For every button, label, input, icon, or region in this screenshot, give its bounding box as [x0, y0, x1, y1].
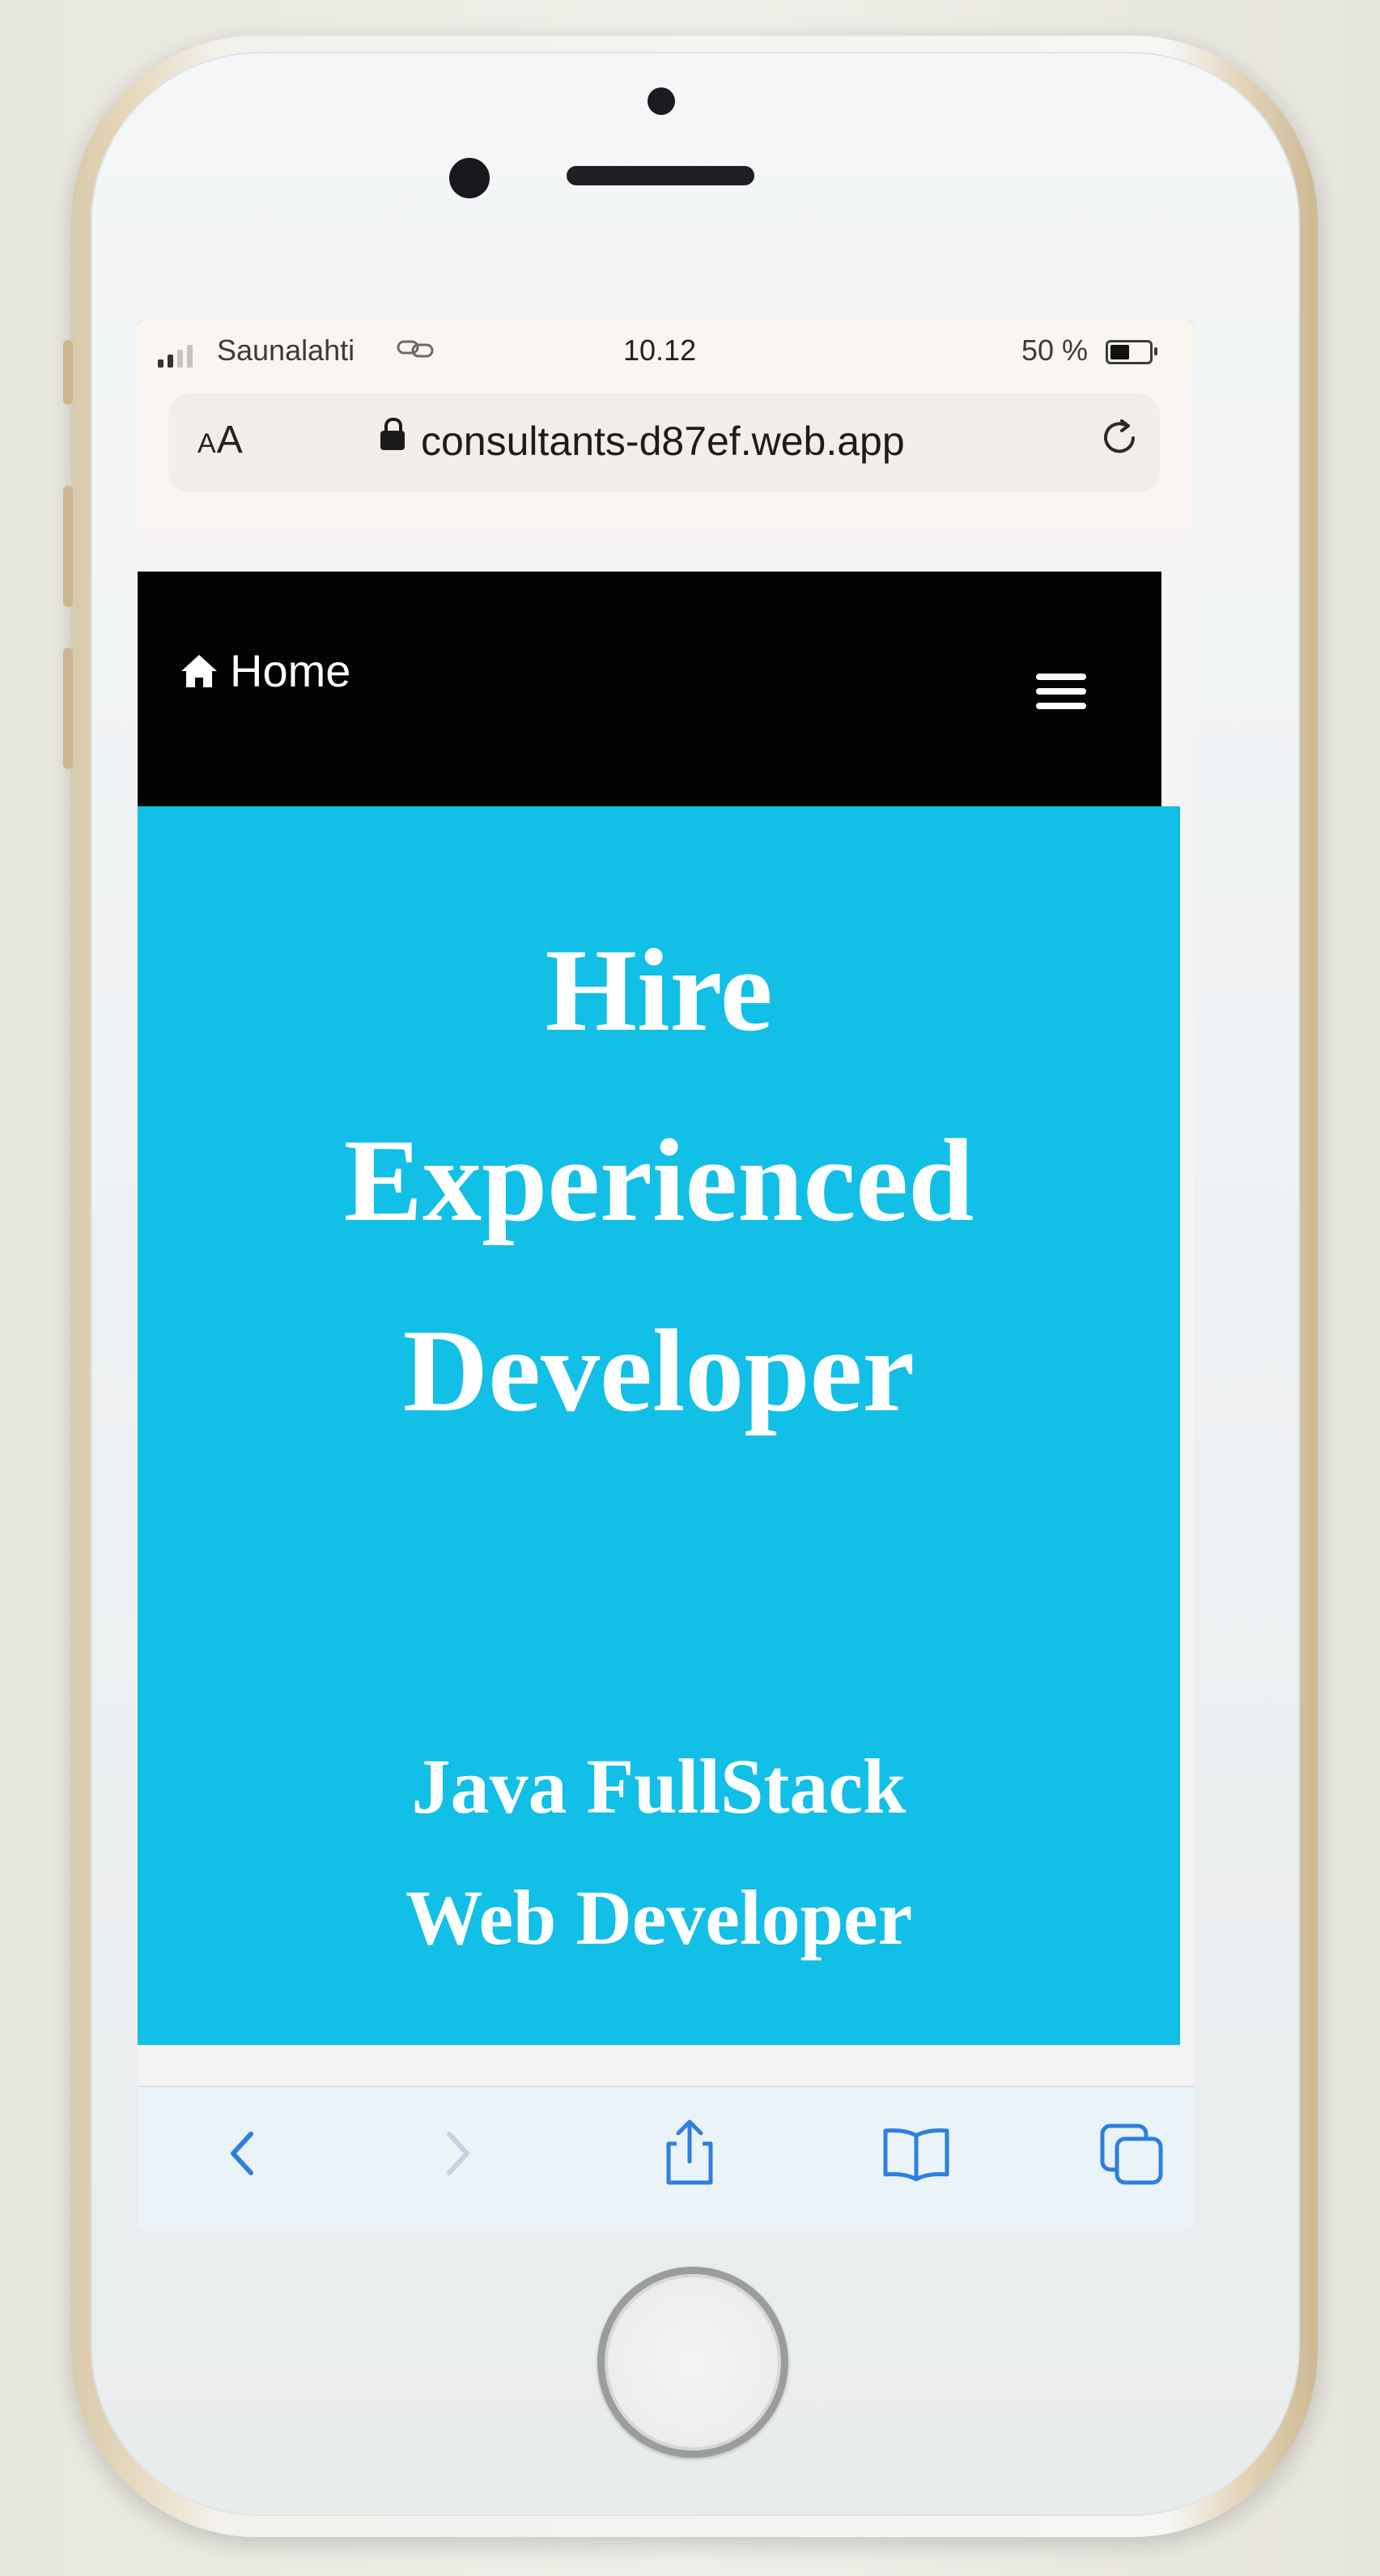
text-size-button[interactable]: AA [197, 418, 244, 462]
hero-title: Hire Experienced Developer [138, 895, 1180, 1466]
nav-home-link[interactable]: Home [178, 644, 350, 697]
house-icon [181, 654, 217, 687]
url-text[interactable]: consultants-d87ef.web.app [421, 418, 905, 465]
address-bar[interactable]: AA consultants-d87ef.web.app [168, 393, 1160, 492]
back-button[interactable] [202, 2111, 283, 2192]
hero-title-line: Developer [402, 1305, 915, 1436]
front-camera [449, 158, 490, 198]
battery-level-fill [1110, 345, 1129, 359]
phone-screen: Saunalahti 10.12 50 % AA consultants-d87… [138, 321, 1194, 2231]
earpiece-speaker [567, 166, 754, 185]
forward-button[interactable] [417, 2111, 498, 2192]
volume-up-button [63, 486, 73, 607]
nav-home-label: Home [230, 645, 351, 696]
battery-percentage: 50 % [1021, 334, 1089, 367]
reload-icon[interactable] [1098, 416, 1141, 460]
mute-switch [63, 340, 73, 405]
status-bar: Saunalahti 10.12 50 % [138, 321, 1194, 379]
hero-title-line: Experienced [343, 1115, 974, 1246]
back-chevron-icon [231, 2132, 253, 2175]
volume-down-button [63, 648, 73, 769]
tabs-button[interactable] [1091, 2111, 1172, 2192]
hero-subtitle-line: Web Developer [405, 1874, 913, 1961]
tabs-icon [1100, 2123, 1163, 2185]
hero-title-line: Hire [545, 925, 773, 1056]
share-icon [666, 2119, 713, 2185]
safari-address-area: AA consultants-d87ef.web.app [138, 379, 1194, 531]
home-button[interactable] [597, 2267, 788, 2458]
signal-strength-icon [158, 343, 193, 368]
lock-icon [380, 418, 405, 450]
forward-chevron-icon [447, 2132, 469, 2175]
status-time: 10.12 [623, 334, 697, 367]
personal-hotspot-link-icon [397, 337, 434, 368]
hero-section: Hire Experienced Developer Java FullStac… [138, 806, 1180, 2045]
hamburger-menu-button[interactable] [1036, 674, 1086, 717]
hamburger-icon [1036, 674, 1086, 680]
web-page: Home Hire Experienced Developer Java Ful… [138, 531, 1194, 2231]
bookmarks-button[interactable] [876, 2111, 957, 2192]
safari-bottom-toolbar [138, 2085, 1194, 2231]
carrier-name: Saunalahti [217, 334, 355, 367]
share-button[interactable] [649, 2111, 730, 2192]
bookmarks-book-icon [883, 2128, 949, 2182]
proximity-sensor [648, 87, 675, 115]
site-navbar: Home [138, 572, 1161, 806]
hero-subtitle-line: Java FullStack [411, 1743, 907, 1830]
battery-icon [1106, 340, 1157, 364]
hero-subtitle: Java FullStack Web Developer [138, 1721, 1180, 1983]
